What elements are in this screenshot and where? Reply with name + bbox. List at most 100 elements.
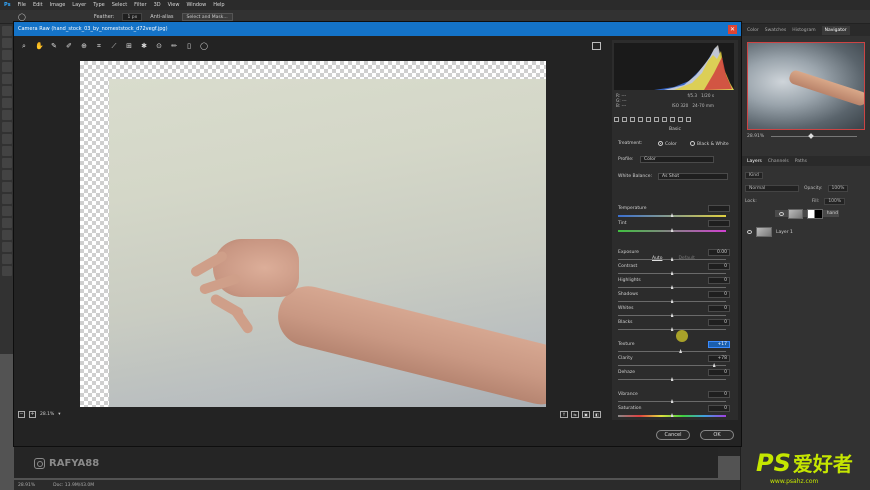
menu-image[interactable]: Image [50,2,66,8]
menu-view[interactable]: View [168,2,180,8]
calibration-icon[interactable] [670,117,675,122]
before-after-icon[interactable]: Y [560,411,568,418]
eyedropper-tool-icon[interactable] [1,98,12,108]
radial-filter-icon[interactable]: ◯ [200,42,208,50]
move-tool-icon[interactable] [1,26,12,36]
bw-radio[interactable]: Black & White [690,141,729,147]
lasso-icon[interactable]: ◯ [18,13,26,21]
slider-value-input[interactable]: 0 [708,291,730,298]
hand-tool-icon[interactable] [1,254,12,264]
slider-value-input[interactable]: 0 [708,263,730,270]
blur-tool-icon[interactable] [1,182,12,192]
menu-file[interactable]: File [18,2,26,8]
slider-value-input[interactable]: +78 [708,355,730,362]
healing-tool-icon[interactable] [1,110,12,120]
navigator-zoom-slider[interactable] [771,136,857,137]
quick-select-tool-icon[interactable] [1,62,12,72]
feather-input[interactable]: 1 px [122,12,143,21]
white-balance-select[interactable]: As Shot [658,173,728,180]
gradient-tool-icon[interactable] [1,170,12,180]
detail-icon[interactable] [630,117,635,122]
ok-button[interactable]: OK [700,430,734,440]
zoom-icon[interactable]: ⌕ [20,42,28,50]
antialias-checkbox[interactable]: Anti-alias [150,14,173,20]
slider-value-input[interactable] [708,205,730,212]
slider-value-input[interactable]: 0 [708,305,730,312]
lens-icon[interactable] [654,117,659,122]
crop-icon[interactable]: ⌗ [95,42,103,50]
zoom-tool-icon[interactable] [1,266,12,276]
opacity-input[interactable]: 100% [827,185,849,192]
slider-value-input[interactable]: 0 [708,391,730,398]
tab-histogram[interactable]: Histogram [792,28,815,33]
slider-track[interactable] [618,365,726,366]
dodge-tool-icon[interactable] [1,194,12,204]
path-select-tool-icon[interactable] [1,230,12,240]
zoom-level[interactable]: 28.1% [40,412,54,417]
layer-kind-select[interactable]: Kind [745,172,763,179]
blend-mode-select[interactable]: Normal [745,185,799,192]
menu-help[interactable]: Help [213,2,224,8]
layer-row-layer1[interactable]: Layer 1 [741,225,863,239]
red-eye-icon[interactable]: ⊙ [155,42,163,50]
targeted-adjustment-icon[interactable]: ⊕ [80,42,88,50]
tone-curve-icon[interactable] [622,117,627,122]
slider-value-input[interactable]: 0.00 [708,249,730,256]
tab-paths[interactable]: Paths [795,159,807,164]
lasso-tool-icon[interactable] [1,50,12,60]
marquee-tool-icon[interactable] [1,38,12,48]
menu-layer[interactable]: Layer [72,2,86,8]
slider-track[interactable] [618,351,726,352]
spot-removal-icon[interactable]: ✱ [140,42,148,50]
menu-window[interactable]: Window [186,2,206,8]
navigator-thumbnail[interactable] [747,42,865,130]
layer-row-hand[interactable]: hand [775,208,839,219]
fill-input[interactable]: 100% [824,198,846,205]
image-preview[interactable] [80,61,546,407]
menu-type[interactable]: Type [93,2,104,8]
zoom-out-button[interactable]: − [18,411,25,418]
basic-panel-icon[interactable] [614,117,619,122]
snapshots-icon[interactable] [686,117,691,122]
graduated-filter-icon[interactable]: ▯ [185,42,193,50]
slider-value-input[interactable] [708,220,730,227]
swap-icon[interactable]: ⇆ [571,411,579,418]
transform-icon[interactable]: ⊞ [125,42,133,50]
chevron-down-icon[interactable]: ▾ [58,412,60,417]
visibility-eye-icon[interactable] [747,230,752,234]
cancel-button[interactable]: Cancel [656,430,690,440]
tab-color[interactable]: Color [747,28,759,33]
type-tool-icon[interactable] [1,218,12,228]
tab-layers[interactable]: Layers [747,159,762,164]
hand-icon[interactable]: ✋ [35,42,44,50]
layer-mask-thumbnail[interactable] [807,208,823,219]
color-sampler-icon[interactable]: ✐ [65,42,73,50]
white-balance-icon[interactable]: ✎ [50,42,58,50]
dialog-titlebar[interactable]: Camera Raw (hand_stock_03_by_nomeststock… [14,22,741,36]
slider-value-input[interactable]: 0 [708,319,730,326]
fullscreen-icon[interactable] [592,42,601,50]
split-toning-icon[interactable] [646,117,651,122]
color-radio[interactable]: Color [658,141,677,147]
profile-select[interactable]: Color [640,156,714,163]
slider-value-input[interactable]: 0 [708,405,730,412]
menu-filter[interactable]: Filter [134,2,146,8]
stamp-tool-icon[interactable] [1,134,12,144]
presets-icon[interactable] [678,117,683,122]
effects-icon[interactable] [662,117,667,122]
tab-swatches[interactable]: Swatches [765,28,787,33]
eraser-tool-icon[interactable] [1,158,12,168]
copy-settings-icon[interactable]: ▣ [582,411,590,418]
slider-value-input[interactable]: +17 [708,341,730,348]
straighten-icon[interactable]: ⟋ [110,42,118,50]
close-icon[interactable]: ✕ [728,24,737,34]
shape-tool-icon[interactable] [1,242,12,252]
brush-tool-icon[interactable] [1,122,12,132]
menu-3d[interactable]: 3D [154,2,161,8]
pen-tool-icon[interactable] [1,206,12,216]
crop-tool-icon[interactable] [1,74,12,84]
tab-navigator[interactable]: Navigator [821,25,850,35]
menu-select[interactable]: Select [112,2,127,8]
toggle-view-icon[interactable]: ◧ [593,411,601,418]
visibility-eye-icon[interactable] [779,211,784,216]
